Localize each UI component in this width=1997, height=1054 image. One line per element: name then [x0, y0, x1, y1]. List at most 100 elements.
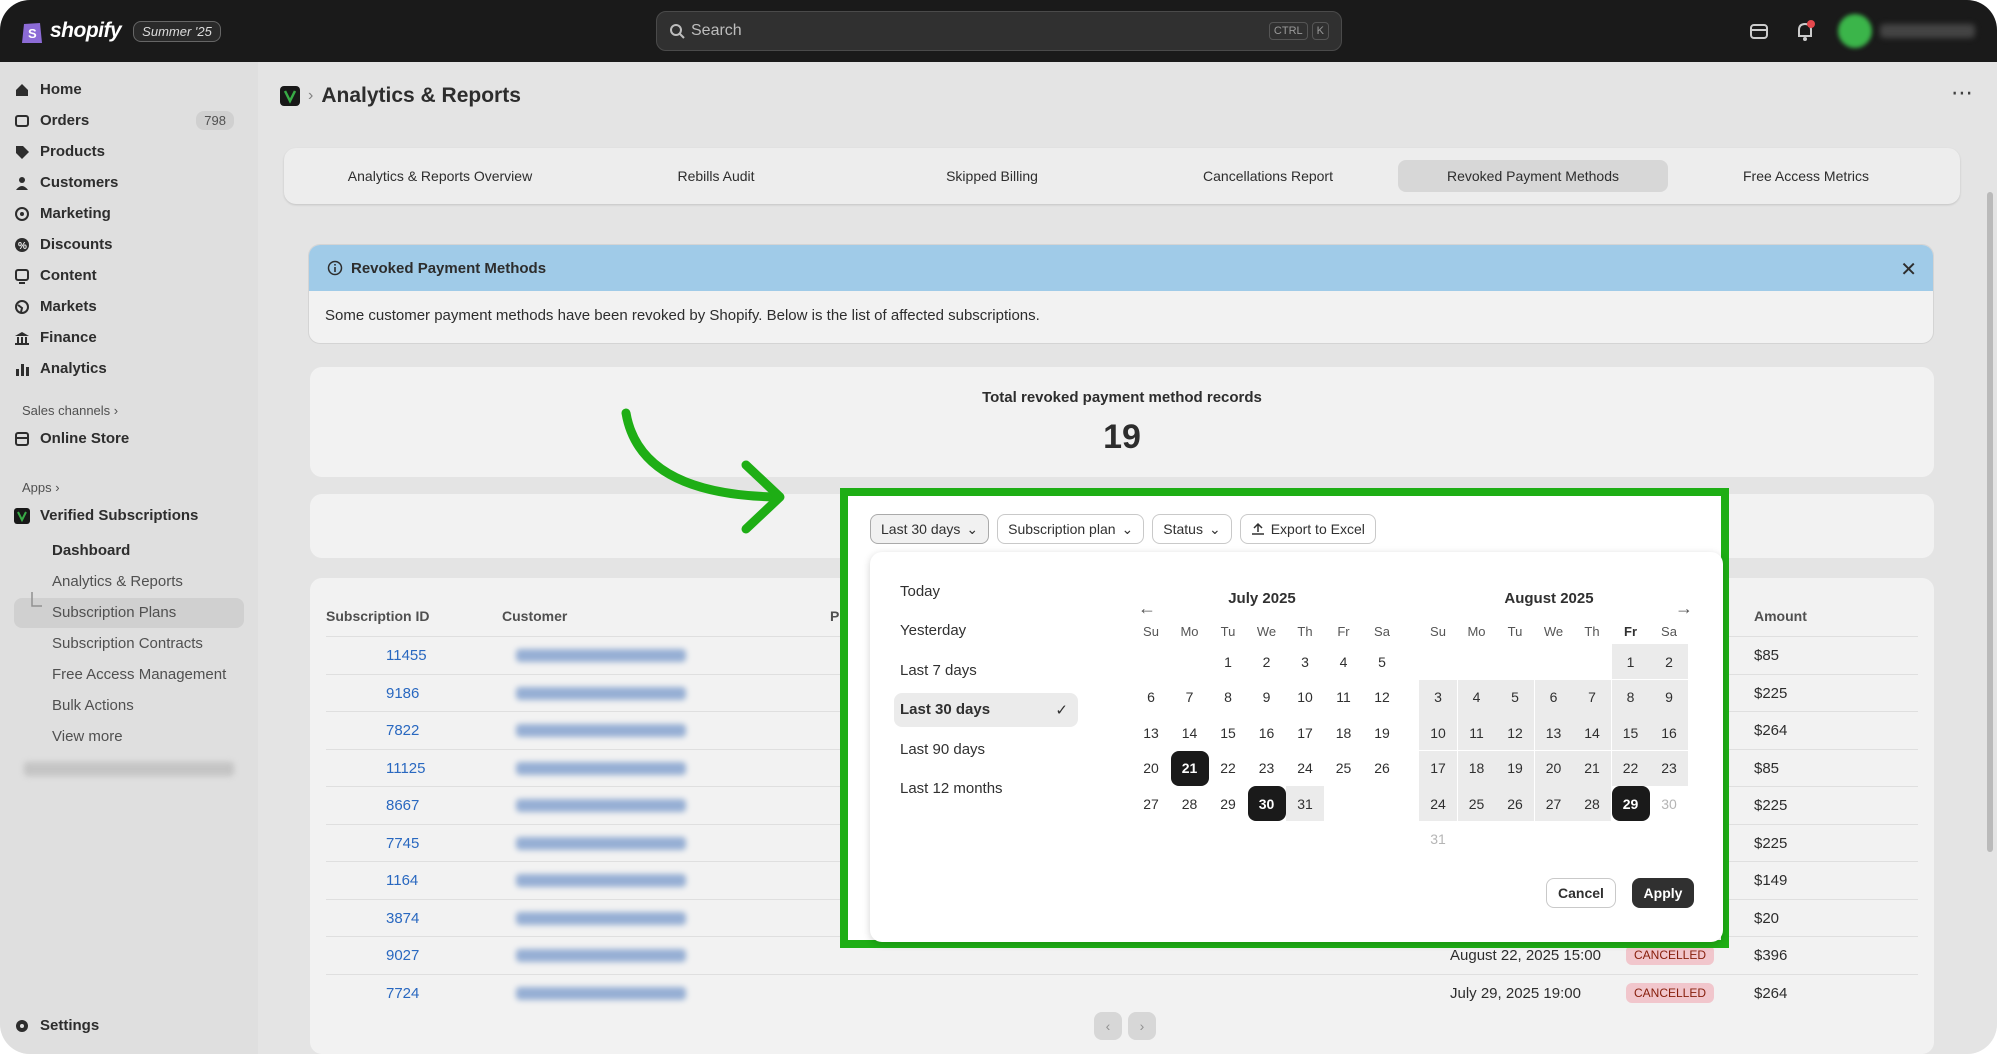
calendar-day[interactable]: 4 — [1457, 679, 1496, 715]
preset-label: Today — [900, 582, 941, 600]
calendar-day[interactable]: 18 — [1325, 715, 1363, 750]
weekday-label: Mo — [1467, 624, 1486, 639]
weekday-label: Sa — [1374, 624, 1390, 639]
previous-month-icon[interactable]: ← — [1138, 598, 1156, 619]
preset-option[interactable]: Last 30 days ✓ — [894, 692, 1078, 727]
preset-label: Last 7 days — [900, 661, 977, 679]
shopify-logo[interactable]: S shopify Summer '25 — [20, 17, 221, 45]
calendar-day[interactable]: 21 — [1170, 750, 1209, 786]
calendar-day[interactable]: 20 — [1534, 750, 1573, 786]
calendar-day[interactable]: 26 — [1363, 751, 1401, 786]
preset-option[interactable]: Last 12 months — [894, 772, 1078, 806]
calendar-day[interactable]: 4 — [1325, 644, 1363, 679]
calendar-day[interactable]: 6 — [1132, 680, 1170, 715]
calendar-day[interactable]: 29 — [1611, 786, 1650, 821]
calendar-day[interactable]: 9 — [1248, 680, 1286, 715]
calendar-day[interactable]: 8 — [1209, 680, 1247, 715]
preset-option[interactable]: Yesterday — [894, 614, 1078, 648]
calendar-day[interactable]: 15 — [1209, 715, 1247, 750]
calendar-day[interactable]: 31 — [1286, 786, 1324, 821]
export-label: Export to Excel — [1270, 521, 1365, 537]
apply-button[interactable]: Apply — [1632, 878, 1694, 908]
calendar-day[interactable]: 16 — [1650, 715, 1688, 750]
date-range-filter[interactable]: Last 30 days ⌄ — [870, 514, 990, 544]
calendar-day[interactable]: 28 — [1171, 786, 1209, 821]
calendar-day[interactable]: 27 — [1534, 786, 1573, 821]
calendar-day[interactable]: 2 — [1248, 644, 1286, 679]
calendar-day[interactable]: 9 — [1650, 679, 1688, 715]
weekday-label: Su — [1430, 624, 1446, 639]
calendar-day[interactable]: 24 — [1286, 751, 1324, 786]
calendar-day[interactable]: 25 — [1457, 786, 1496, 821]
weekday-label: Su — [1143, 624, 1159, 639]
shortcut-key: K — [1311, 22, 1329, 40]
calendar-day[interactable]: 3 — [1286, 644, 1324, 679]
calendar-day[interactable]: 28 — [1573, 786, 1611, 821]
calendar-day[interactable]: 27 — [1132, 786, 1170, 821]
weekday-label: Fr — [1624, 624, 1637, 639]
chevron-down-icon: ⌄ — [1121, 520, 1134, 537]
preset-option[interactable]: Last 90 days — [894, 732, 1078, 766]
plan-label: Subscription plan — [1008, 521, 1116, 537]
calendar-day[interactable]: 7 — [1573, 679, 1611, 715]
calendar-day[interactable]: 29 — [1209, 786, 1247, 821]
weekday-label: Fr — [1337, 624, 1350, 639]
calendar-day[interactable]: 19 — [1363, 715, 1401, 750]
calendar-day[interactable]: 23 — [1650, 750, 1688, 786]
calendar-day[interactable]: 11 — [1457, 715, 1496, 750]
calendar-day[interactable]: 25 — [1325, 751, 1363, 786]
bell-icon[interactable] — [1794, 20, 1816, 42]
subscription-plan-filter[interactable]: Subscription plan ⌄ — [997, 514, 1145, 544]
preset-option[interactable]: Today — [894, 574, 1078, 608]
next-month-icon[interactable]: → — [1675, 598, 1693, 619]
status-label: Status — [1163, 521, 1203, 537]
calendar-day[interactable]: 19 — [1496, 750, 1534, 786]
calendar-day[interactable]: 23 — [1248, 751, 1286, 786]
calendar-day[interactable]: 30 — [1247, 786, 1286, 821]
calendar-day[interactable]: 17 — [1286, 715, 1324, 750]
search-bar[interactable]: Search CTRL K — [656, 11, 1342, 51]
calendar-day[interactable]: 1 — [1611, 644, 1650, 679]
calendar-day[interactable]: 12 — [1496, 715, 1534, 750]
avatar[interactable] — [1838, 14, 1872, 48]
export-button[interactable]: Export to Excel — [1239, 514, 1376, 544]
calendar-day[interactable]: 10 — [1419, 715, 1457, 750]
store-icon[interactable] — [1748, 20, 1770, 42]
calendar-day[interactable]: 26 — [1496, 786, 1534, 821]
calendar-day[interactable]: 1 — [1209, 644, 1247, 679]
calendar-day[interactable]: 10 — [1286, 680, 1324, 715]
calendar-day[interactable]: 2 — [1650, 644, 1688, 679]
calendar-day[interactable]: 20 — [1132, 751, 1170, 786]
calendar-day[interactable]: 14 — [1171, 715, 1209, 750]
calendar-day[interactable]: 22 — [1209, 751, 1247, 786]
weekday-label: Mo — [1180, 624, 1199, 639]
calendar-day[interactable]: 7 — [1171, 680, 1209, 715]
calendar-day[interactable]: 8 — [1611, 679, 1650, 715]
preset-option[interactable]: Last 7 days — [894, 653, 1078, 687]
calendar-day[interactable]: 15 — [1611, 715, 1650, 750]
status-filter[interactable]: Status ⌄ — [1152, 514, 1232, 544]
calendar-day[interactable]: 13 — [1132, 715, 1170, 750]
edition-badge: Summer '25 — [133, 20, 221, 42]
cancel-button[interactable]: Cancel — [1546, 878, 1616, 908]
upload-icon — [1251, 522, 1264, 535]
calendar-day[interactable]: 11 — [1325, 680, 1363, 715]
calendar-day[interactable]: 18 — [1457, 750, 1496, 786]
calendar-day[interactable]: 14 — [1573, 715, 1611, 750]
preset-label: Last 30 days — [900, 701, 991, 718]
calendar-day[interactable]: 5 — [1496, 679, 1534, 715]
preset-label: Yesterday — [900, 622, 967, 639]
calendar-day[interactable]: 31 — [1419, 822, 1457, 857]
calendar-day[interactable]: 13 — [1534, 715, 1573, 750]
filter-bar: Last 30 days ⌄ Subscription plan ⌄ Status ⌄… — [870, 514, 1376, 544]
calendar-day[interactable]: 24 — [1419, 786, 1457, 821]
calendar-day[interactable]: 3 — [1419, 679, 1457, 715]
calendar-day[interactable]: 21 — [1573, 750, 1611, 786]
calendar-day[interactable]: 30 — [1650, 786, 1688, 821]
calendar-day[interactable]: 17 — [1419, 750, 1457, 786]
calendar-day[interactable]: 22 — [1611, 750, 1650, 786]
calendar-day[interactable]: 16 — [1248, 715, 1286, 750]
calendar-day[interactable]: 6 — [1534, 679, 1573, 715]
calendar-day[interactable]: 12 — [1363, 680, 1401, 715]
calendar-day[interactable]: 5 — [1363, 644, 1401, 679]
